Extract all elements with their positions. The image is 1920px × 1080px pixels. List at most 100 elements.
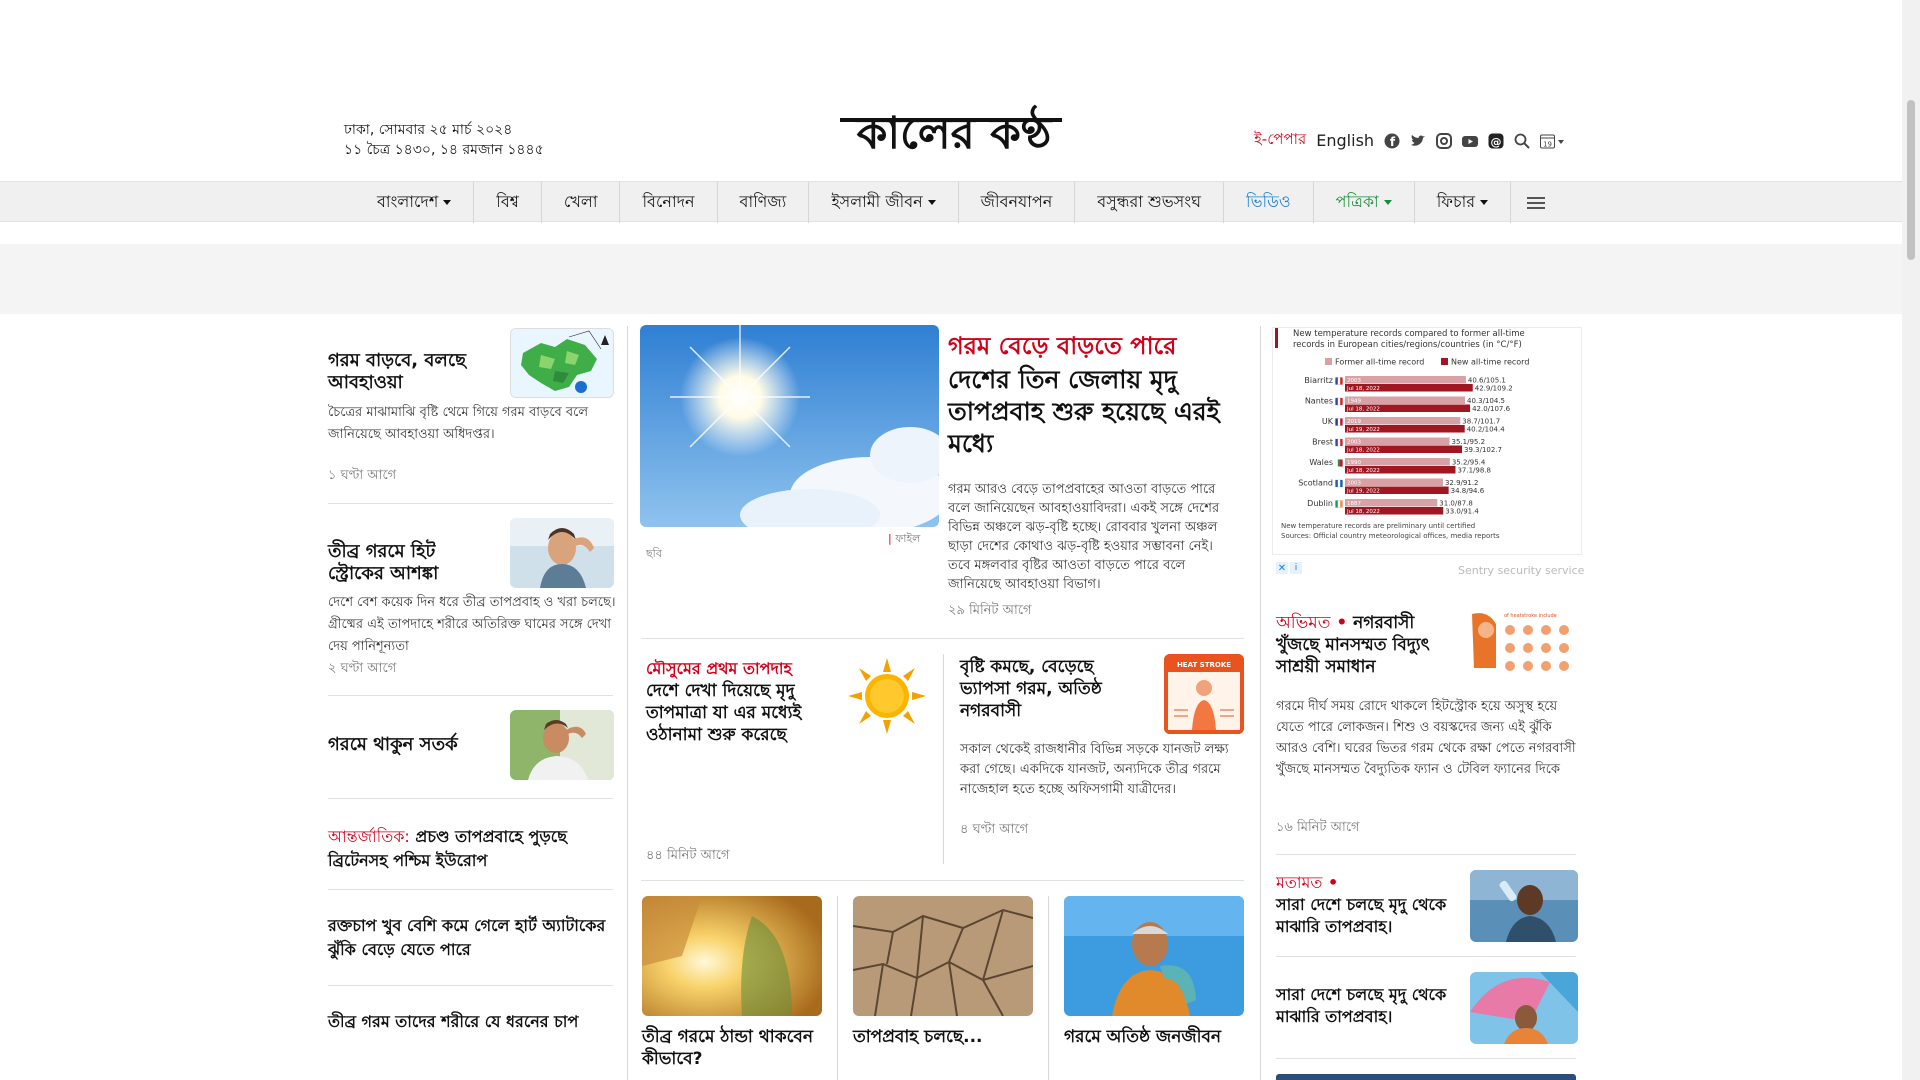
svg-text:@: @ — [1491, 135, 1502, 148]
article-title[interactable]: তীব্র গরমে ঠান্ডা থাকবেন কীভাবে? — [642, 1026, 822, 1070]
temperature-records-ad[interactable]: New temperature records compared to form… — [1272, 327, 1582, 555]
lead-title[interactable]: দেশের তিন জেলায় মৃদু তাপপ্রবাহ শুরু হয়… — [948, 364, 1238, 460]
temperature-records-chart: New temperature records compared to form… — [1275, 328, 1529, 540]
flag-stripe — [1335, 459, 1338, 467]
article-headline[interactable]: মতামত • সারা দেশে চলছে মৃদু থেকে মাঝারি … — [1276, 872, 1456, 938]
hot-man-image[interactable] — [1064, 896, 1244, 1016]
article-title[interactable]: তাপপ্রবাহ চলছে... — [853, 1026, 1033, 1048]
nav-item-magazine[interactable]: পত্রিকা — [1314, 182, 1415, 223]
lead-sun-sky-image[interactable] — [640, 325, 939, 527]
flag-icon — [1335, 500, 1343, 508]
sun-glare-image[interactable] — [642, 896, 822, 1016]
left-article-5[interactable]: রক্তচাপ খুব বেশি কমে গেলে হার্ট অ্যাটাকে… — [328, 914, 618, 962]
heatstroke-infographic-thumbnail[interactable]: of heatstroke include — [1470, 608, 1578, 680]
photo-label: ছবি — [646, 547, 662, 560]
flag-stripe — [1335, 418, 1338, 426]
scrollbar-thumb[interactable] — [1907, 100, 1915, 260]
left-article-6[interactable]: তীব্র গরম তাদের শরীরে যে ধরনের চাপ — [328, 1010, 618, 1034]
article-title[interactable]: গরমে অতিষ্ঠ জনজীবন — [1064, 1026, 1244, 1048]
site-logo[interactable]: কালের কণ্ঠ — [834, 104, 1074, 166]
nav-list: বাংলাদেশ বিশ্ব খেলা বিনোদন বাণিজ্য ইসলাম… — [355, 182, 1561, 223]
epaper-link[interactable]: ই-পেপার — [1254, 128, 1306, 153]
nav-item-lifestyle[interactable]: জীবনযাপন — [959, 182, 1076, 223]
ad-choices[interactable]: ✕ i — [1276, 562, 1302, 574]
svg-text:f: f — [1390, 135, 1396, 149]
english-link[interactable]: English — [1316, 131, 1374, 150]
threads-icon[interactable]: @ — [1488, 133, 1504, 149]
youtube-icon[interactable] — [1462, 133, 1479, 149]
flag-icon — [1335, 397, 1343, 406]
new-value-label: 40.2/104.4 — [1467, 426, 1506, 434]
umbrella-thumbnail[interactable] — [1470, 972, 1578, 1044]
search-icon[interactable] — [1514, 133, 1530, 149]
nav-item-bangladesh[interactable]: বাংলাদেশ — [355, 182, 475, 223]
ad-info-icon[interactable]: i — [1290, 562, 1302, 574]
new-date-label: Jul 19, 2022 — [1346, 427, 1380, 433]
twitter-icon[interactable] — [1410, 133, 1426, 149]
former-value-label: 38.7/101.7 — [1462, 418, 1500, 426]
nav-item-islamic-life[interactable]: ইসলামী জীবন — [809, 182, 959, 223]
instagram-icon[interactable] — [1436, 132, 1453, 149]
flag-icon — [1335, 459, 1343, 467]
nav-item-entertainment[interactable]: বিনোদন — [620, 182, 718, 223]
former-date-label: 2003 — [1347, 378, 1361, 384]
page-scrollbar[interactable] — [1902, 0, 1920, 1080]
heatstroke-man-thumbnail[interactable] — [510, 518, 614, 588]
bar-former — [1345, 396, 1466, 404]
article-title[interactable]: গরমে থাকুন সতর্ক — [328, 734, 498, 756]
divider — [328, 798, 613, 799]
ad-chart-title: New temperature records compared to form… — [1293, 329, 1525, 350]
article-title[interactable]: গরম বাড়বে, বলছে আবহাওয়া — [328, 350, 498, 394]
article-summary: দেশে বেশ কয়েক দিন ধরে তীব্র তাপপ্রবাহ ও… — [328, 595, 616, 654]
city-label: Brest — [1312, 438, 1333, 447]
article-title[interactable]: সারা দেশে চলছে মৃদু থেকে মাঝারি তাপপ্রবা… — [1276, 984, 1456, 1028]
man-drinking-thumbnail[interactable] — [1470, 870, 1578, 942]
left-article-4[interactable]: আন্তর্জাতিক: প্রচণ্ড তাপপ্রবাহে পুড়ছে ব… — [328, 825, 618, 873]
nav-item-shuvosangho[interactable]: বসুন্ধরা শুভসংঘ — [1075, 182, 1225, 223]
divider — [328, 695, 613, 696]
calendar-icon[interactable]: 19 — [1540, 133, 1566, 149]
nav-item-sports[interactable]: খেলা — [542, 182, 621, 223]
date-bangla: ১১ চৈত্র ১৪৩০, ১৪ রমজান ১৪৪৫ — [344, 142, 544, 158]
map-thumbnail[interactable] — [510, 328, 614, 398]
former-value-label: 40.6/105.1 — [1468, 377, 1506, 385]
article-title[interactable]: তীব্র গরমে হিট স্ট্রোকের আশঙ্কা — [328, 541, 488, 585]
article-summary: গরমে দীর্ঘ সময় রোদে থাকলে হিটস্ট্রোক হয… — [1276, 699, 1576, 777]
flag-icon — [1335, 479, 1343, 488]
divider — [641, 880, 1244, 881]
article-headline[interactable]: অভিমত • নগরবাসী খুঁজছে মানসম্মত বিদ্যুৎ … — [1276, 612, 1461, 678]
new-value-label: 37.1/98.8 — [1457, 467, 1491, 475]
city-label: Biarritz — [1304, 376, 1333, 385]
new-value-label: 39.3/102.7 — [1464, 446, 1502, 454]
new-value-label: 33.0/91.4 — [1445, 508, 1479, 516]
nav-item-world[interactable]: বিশ্ব — [474, 182, 542, 223]
nav-item-business[interactable]: বাণিজ্য — [718, 182, 810, 223]
sun-icon-thumbnail[interactable] — [846, 656, 928, 736]
menu-icon[interactable] — [1511, 182, 1561, 223]
svg-text:of heatstroke include: of heatstroke include — [1504, 613, 1557, 619]
man-sweating-thumbnail[interactable] — [510, 710, 614, 780]
flag-stripe — [1340, 397, 1343, 406]
column-divider — [627, 326, 628, 1080]
nav-item-video[interactable]: ভিডিও — [1224, 182, 1314, 223]
ad-sponsor-text: Sentry security service — [1458, 564, 1585, 577]
legend-new: New all-time record — [1451, 358, 1529, 367]
heat-stroke-poster-thumbnail[interactable]: HEAT STROKE — [1164, 654, 1244, 734]
nav-item-feature[interactable]: ফিচার — [1415, 182, 1512, 223]
former-value-label: 35.2/95.4 — [1452, 459, 1486, 467]
divider — [943, 654, 944, 864]
facebook-icon[interactable]: f — [1384, 133, 1400, 149]
main-nav: বাংলাদেশ বিশ্ব খেলা বিনোদন বাণিজ্য ইসলাম… — [0, 181, 1902, 223]
divider — [837, 896, 838, 1080]
divider — [1276, 854, 1576, 855]
flag-stripe — [1340, 479, 1343, 488]
divider — [1276, 1058, 1576, 1059]
article-title[interactable]: বৃষ্টি কমছে, বেড়েছে ভ্যাপসা গরম, অতিষ্ঠ… — [960, 656, 1140, 722]
cracked-earth-image[interactable] — [853, 896, 1033, 1016]
ad-sources: Sources: Official country meteorological… — [1281, 532, 1500, 540]
photo-credit: | ফাইল — [888, 532, 921, 545]
article-title[interactable]: সারা দেশে চলছে মৃদু থেকে মাঝারি তাপপ্রবা… — [1276, 895, 1446, 936]
article-title[interactable]: দেশে দেখা দিয়েছে মৃদু তাপমাত্রা যা এর ম… — [646, 680, 836, 746]
ad-close-icon[interactable]: ✕ — [1276, 562, 1288, 574]
former-date-label: 1887 — [1347, 501, 1361, 507]
